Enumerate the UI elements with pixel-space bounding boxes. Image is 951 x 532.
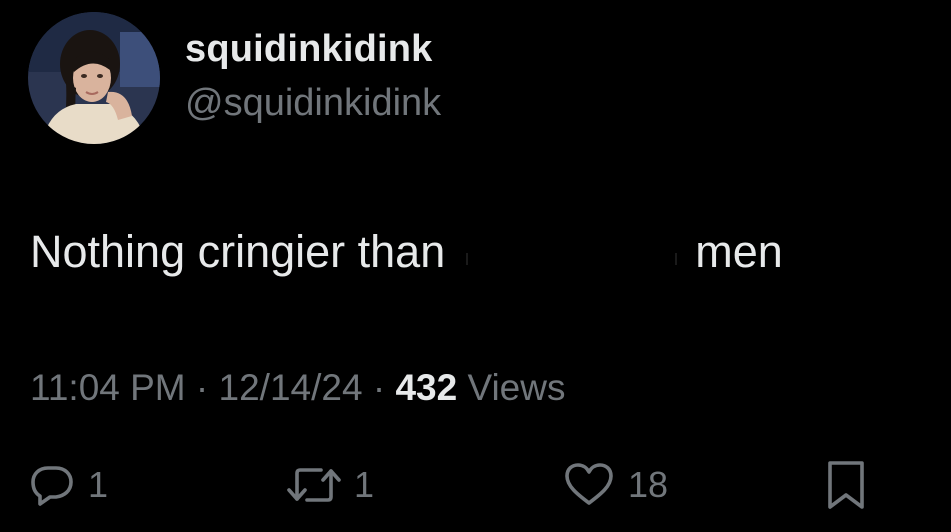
meta-separator: ·: [372, 367, 386, 408]
profile-photo: [28, 12, 160, 144]
repost-button[interactable]: 1: [286, 455, 374, 515]
repost-icon: [287, 468, 341, 502]
tweet-meta: 11:04 PM · 12/14/24 · 432 Views: [30, 367, 565, 409]
bookmark-button[interactable]: [822, 455, 870, 515]
action-bar: 1 1 18: [0, 455, 951, 515]
repost-count: 1: [354, 464, 375, 505]
handle[interactable]: @squidinkidink: [185, 82, 441, 125]
reply-button[interactable]: 1: [28, 455, 108, 515]
meta-separator: ·: [195, 367, 209, 408]
tweet-text-before: Nothing cringier than: [30, 226, 446, 277]
tweet-date[interactable]: 12/14/24: [219, 367, 363, 408]
redacted-block: [457, 235, 683, 276]
display-name[interactable]: squidinkidink: [185, 28, 433, 71]
bookmark-icon: [828, 461, 864, 509]
heart-icon: [565, 463, 613, 505]
like-button[interactable]: 18: [562, 455, 668, 515]
reply-count: 1: [88, 464, 109, 505]
reply-icon: [31, 466, 73, 506]
avatar[interactable]: [28, 12, 160, 144]
tweet-text: Nothing cringier than men: [30, 226, 783, 278]
tweet-text-after: men: [695, 226, 783, 277]
views-count: 432: [395, 367, 458, 408]
like-count: 18: [628, 464, 669, 505]
views-label: Views: [467, 367, 566, 408]
tweet-time[interactable]: 11:04 PM: [30, 367, 186, 408]
